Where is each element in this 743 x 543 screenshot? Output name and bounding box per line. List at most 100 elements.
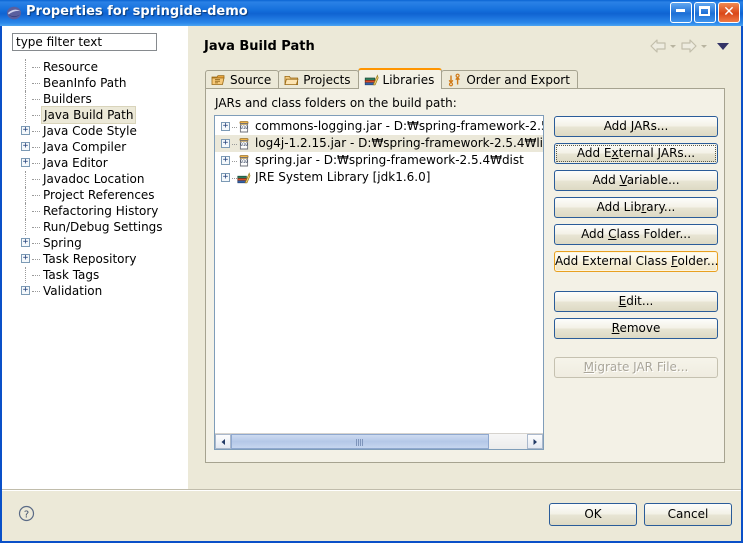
sidebar-item-java-code-style[interactable]: + Java Code Style xyxy=(2,123,188,139)
horizontal-scrollbar[interactable] xyxy=(215,433,543,449)
button-label: Add Library... xyxy=(596,200,676,214)
tree-line xyxy=(25,107,26,123)
tree-expand-icon[interactable]: + xyxy=(21,238,30,247)
title-bar[interactable]: Properties for springide-demo ✕ xyxy=(0,0,743,26)
sidebar-item-project-references[interactable]: Project References xyxy=(2,187,188,203)
remove-button[interactable]: Remove xyxy=(554,318,718,339)
tree-line xyxy=(25,91,26,107)
sidebar-item-task-repository[interactable]: + Task Repository xyxy=(2,251,188,267)
sidebar-item-beaninfo-path[interactable]: BeanInfo Path xyxy=(2,75,188,91)
sidebar-item-resource[interactable]: Resource xyxy=(2,59,188,75)
tree-connector xyxy=(32,67,40,68)
forward-dropdown-icon[interactable] xyxy=(700,39,709,53)
table-row[interactable]: +010 log4j-1.2.15.jar - D:₩spring-framewo… xyxy=(215,135,543,152)
tab-label: Order and Export xyxy=(466,73,570,87)
dialog-body: ResourceBeanInfo PathBuildersJava Build … xyxy=(0,26,743,543)
jre-library-icon xyxy=(237,171,251,185)
tree-expand-icon[interactable]: + xyxy=(21,142,30,151)
add-jars-button[interactable]: Add JARs... xyxy=(554,116,718,137)
button-label: Add Variable... xyxy=(592,173,680,187)
maximize-button[interactable] xyxy=(694,2,716,23)
row-expand-icon[interactable]: + xyxy=(221,173,230,182)
row-expand-icon[interactable]: + xyxy=(221,139,230,148)
sidebar-item-run-debug-settings[interactable]: Run/Debug Settings xyxy=(2,219,188,235)
add-library-button[interactable]: Add Library... xyxy=(554,197,718,218)
page-nav xyxy=(649,38,731,54)
sidebar-item-label: Javadoc Location xyxy=(43,172,145,186)
library-entry-label: log4j-1.2.15.jar - D:₩spring-framework-2… xyxy=(255,136,543,150)
sidebar-item-label: Builders xyxy=(43,92,92,106)
forward-arrow-icon[interactable] xyxy=(680,38,698,54)
close-button[interactable]: ✕ xyxy=(718,2,740,23)
tree-connector xyxy=(32,195,40,196)
sidebar-item-javadoc-location[interactable]: Javadoc Location xyxy=(2,171,188,187)
button-label: Add JARs... xyxy=(603,119,669,133)
tree-expand-icon[interactable]: + xyxy=(21,126,30,135)
sidebar-item-label: Task Tags xyxy=(43,268,100,282)
row-expand-icon[interactable]: + xyxy=(221,156,230,165)
sidebar-item-java-compiler[interactable]: + Java Compiler xyxy=(2,139,188,155)
ok-button[interactable]: OK xyxy=(549,503,637,526)
tree-expand-icon[interactable]: + xyxy=(21,254,30,263)
migrate-jar-file-button: Migrate JAR File... xyxy=(554,357,718,378)
tab-label: Projects xyxy=(303,73,351,87)
window-title: Properties for springide-demo xyxy=(26,4,248,19)
table-row[interactable]: +010 commons-logging.jar - D:₩spring-fram… xyxy=(215,118,543,135)
minimize-button[interactable] xyxy=(670,2,692,23)
tab-projects[interactable]: Projects xyxy=(278,70,359,89)
sidebar-item-refactoring-history[interactable]: Refactoring History xyxy=(2,203,188,219)
cancel-button[interactable]: Cancel xyxy=(644,503,732,526)
svg-text:010: 010 xyxy=(240,159,248,164)
libraries-icon xyxy=(364,73,379,87)
scroll-left-button[interactable] xyxy=(215,434,231,449)
row-expand-icon[interactable]: + xyxy=(221,122,230,131)
sidebar-item-label: Java Editor xyxy=(43,156,108,170)
scroll-track[interactable] xyxy=(231,434,527,449)
libraries-list[interactable]: +010 commons-logging.jar - D:₩spring-fram… xyxy=(214,115,544,450)
back-arrow-icon[interactable] xyxy=(649,38,667,54)
scroll-thumb[interactable] xyxy=(231,434,489,449)
filter-input[interactable] xyxy=(12,33,157,51)
tree-line xyxy=(25,59,26,75)
sidebar-item-spring[interactable]: + Spring xyxy=(2,235,188,251)
view-menu-icon[interactable] xyxy=(715,39,731,53)
button-label: Migrate JAR File... xyxy=(583,360,689,374)
sidebar-item-java-editor[interactable]: + Java Editor xyxy=(2,155,188,171)
tab-order-and-export[interactable]: Order and Export xyxy=(441,70,578,89)
jar-icon: 010 xyxy=(237,154,251,168)
tab-libraries[interactable]: Libraries xyxy=(357,68,443,89)
sidebar-item-validation[interactable]: + Validation xyxy=(2,283,188,299)
tree-connector xyxy=(32,227,40,228)
tree-connector xyxy=(32,179,40,180)
tree-expand-icon[interactable]: + xyxy=(21,158,30,167)
button-label: Add Class Folder... xyxy=(581,227,691,241)
settings-tree[interactable]: Resource BeanInfo Path Builders Java Build … xyxy=(2,59,188,489)
back-dropdown-icon[interactable] xyxy=(669,39,678,53)
table-row[interactable]: +010 spring.jar - D:₩spring-framework-2.5… xyxy=(215,152,543,169)
edit-button[interactable]: Edit... xyxy=(554,291,718,312)
tree-line xyxy=(25,75,26,91)
sidebar-item-task-tags[interactable]: Task Tags xyxy=(2,267,188,283)
button-label: Add External JARs... xyxy=(576,146,696,160)
tab-source[interactable]: Source xyxy=(205,70,280,89)
order-export-icon xyxy=(447,73,462,87)
sidebar-item-label: Spring xyxy=(43,236,82,250)
sidebar-item-java-build-path[interactable]: Java Build Path xyxy=(2,106,188,124)
tree-line xyxy=(25,203,26,219)
add-class-folder-button[interactable]: Add Class Folder... xyxy=(554,224,718,245)
table-row[interactable]: + JRE System Library [jdk1.6.0] xyxy=(215,169,543,186)
libraries-group: JARs and class folders on the build path… xyxy=(205,88,725,463)
add-variable-button[interactable]: Add Variable... xyxy=(554,170,718,191)
scroll-right-button[interactable] xyxy=(527,434,543,449)
add-external-jars-button[interactable]: Add External JARs... xyxy=(554,143,718,164)
sidebar-item-label: Java Build Path xyxy=(41,106,137,124)
tree-connector xyxy=(32,211,40,212)
add-external-class-folder-button[interactable]: Add External Class Folder... xyxy=(554,251,718,272)
jar-icon: 010 xyxy=(237,120,251,134)
tree-connector xyxy=(32,115,40,116)
help-icon[interactable]: ? xyxy=(18,505,35,522)
tree-expand-icon[interactable]: + xyxy=(21,286,30,295)
sidebar-item-builders[interactable]: Builders xyxy=(2,91,188,107)
sidebar-item-label: Project References xyxy=(43,188,155,202)
tab-label: Source xyxy=(230,73,272,87)
